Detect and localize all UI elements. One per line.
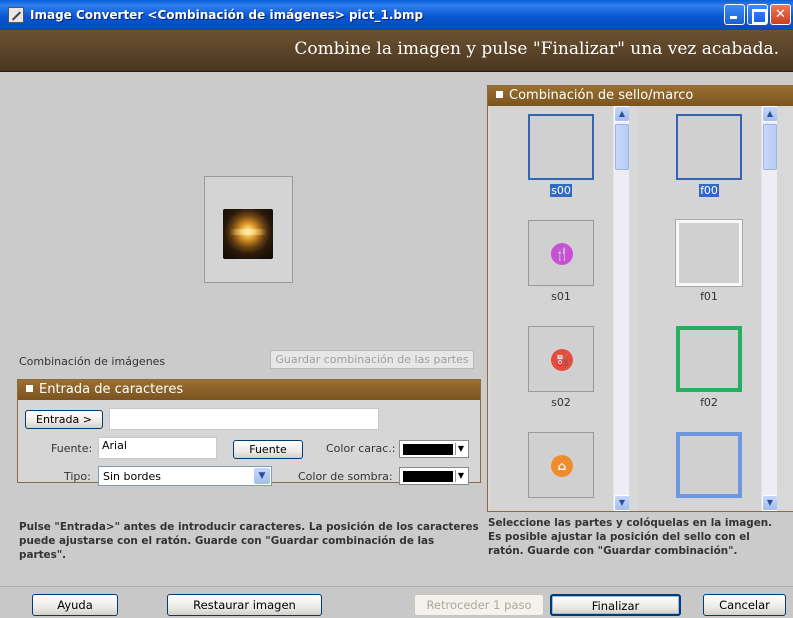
type-select-value: Sin bordes — [103, 470, 162, 483]
square-bullet-icon — [496, 91, 503, 98]
stamp-name: s01 — [551, 290, 571, 303]
title-bar: Image Converter <Combinación de imágenes… — [0, 0, 793, 30]
frame-thumbnail[interactable] — [676, 432, 742, 498]
stamp-frame-panel: Combinación de sello/marco s00 🍴 s01 ⛽ s… — [487, 85, 793, 512]
frame-thumbnail[interactable] — [676, 114, 742, 180]
main-area: Combinación de imágenes Guardar combinac… — [0, 72, 793, 618]
help-button[interactable]: Ayuda — [32, 594, 118, 616]
undo-button[interactable]: Retroceder 1 paso — [414, 594, 544, 616]
char-panel-title: Entrada de caracteres — [39, 382, 184, 397]
frame-thumbnail[interactable] — [675, 219, 743, 287]
type-label: Tipo: — [64, 470, 91, 483]
text-entry-input[interactable] — [109, 408, 379, 430]
stamp-thumbnail[interactable] — [528, 114, 594, 180]
stamp-list: s00 🍴 s01 ⛽ s02 ⌂ ▲ ▼ — [491, 106, 629, 511]
save-parts-button[interactable]: Guardar combinación de las partes — [270, 350, 474, 369]
stamp-thumbnail[interactable]: ⛽ — [528, 326, 594, 392]
frame-name: f00 — [699, 184, 719, 197]
finish-button[interactable]: Finalizar — [550, 594, 681, 616]
minimize-icon — [725, 5, 744, 24]
bottom-bar: Ayuda Restaurar imagen Retroceder 1 paso… — [0, 586, 793, 618]
type-select[interactable]: Sin bordes ▼ — [98, 466, 272, 486]
scroll-down-icon[interactable]: ▼ — [614, 495, 629, 511]
chevron-down-icon: ▼ — [455, 443, 466, 455]
cancel-button[interactable]: Cancelar — [703, 594, 786, 616]
char-panel-body: Entrada > Fuente: Arial Fuente Color car… — [18, 400, 480, 486]
stamp-thumbnail[interactable]: ⌂ — [528, 432, 594, 498]
char-panel-header: Entrada de caracteres — [18, 380, 480, 400]
header-banner: Combine la imagen y pulse "Finalizar" un… — [0, 30, 793, 72]
stamp-panel-title: Combinación de sello/marco — [509, 88, 694, 103]
frame-thumbnail[interactable] — [676, 326, 742, 392]
window-controls: ✕ — [724, 4, 791, 25]
stamp-name: s00 — [550, 184, 572, 197]
shadow-color-picker[interactable]: ▼ — [399, 467, 469, 485]
instruction-text: Combine la imagen y pulse "Finalizar" un… — [294, 39, 779, 59]
stamp-name: s02 — [551, 396, 571, 409]
chevron-down-icon: ▼ — [455, 470, 466, 482]
combination-label: Combinación de imágenes — [19, 355, 166, 368]
scroll-thumb[interactable] — [615, 124, 629, 170]
maximize-icon — [748, 5, 767, 24]
font-label: Fuente: — [51, 442, 93, 455]
char-help-text: Pulse "Entrada>" antes de introducir car… — [19, 521, 479, 561]
chevron-down-icon[interactable]: ▼ — [254, 468, 270, 484]
minimize-button[interactable] — [724, 4, 745, 25]
close-button[interactable]: ✕ — [770, 4, 791, 25]
shadow-color-label: Color de sombra: — [298, 470, 393, 483]
stamp-thumbnail[interactable]: 🍴 — [528, 220, 594, 286]
frame-name: f02 — [700, 396, 718, 409]
close-icon: ✕ — [775, 7, 786, 22]
stamp-scrollbar[interactable]: ▲ ▼ — [613, 106, 629, 511]
square-bullet-icon — [26, 385, 33, 392]
char-color-swatch — [403, 444, 453, 455]
maximize-button[interactable] — [747, 4, 768, 25]
stamp-panel-header: Combinación de sello/marco — [488, 86, 793, 106]
char-entry-panel: Entrada de caracteres Entrada > Fuente: … — [17, 379, 481, 486]
shadow-color-swatch — [403, 471, 453, 482]
frame-name: f01 — [700, 290, 718, 303]
font-field[interactable]: Arial — [98, 437, 217, 459]
preview-image[interactable] — [223, 209, 273, 259]
image-preview-frame[interactable] — [204, 176, 293, 283]
stamp-help-text: Seleccione las partes y colóquelas en la… — [488, 517, 773, 557]
cutlery-icon: 🍴 — [551, 243, 573, 265]
home-icon: ⌂ — [551, 455, 573, 477]
entrada-button[interactable]: Entrada > — [25, 410, 103, 429]
char-color-picker[interactable]: ▼ — [399, 440, 469, 458]
scroll-down-icon[interactable]: ▼ — [762, 495, 777, 511]
restore-image-button[interactable]: Restaurar imagen — [167, 594, 322, 616]
scroll-thumb[interactable] — [763, 124, 777, 170]
fuel-pump-icon: ⛽ — [551, 349, 573, 371]
font-button[interactable]: Fuente — [233, 440, 303, 459]
scroll-up-icon[interactable]: ▲ — [762, 106, 777, 122]
app-icon — [8, 7, 24, 23]
frame-list: f00 f01 f02 ▲ ▼ — [639, 106, 777, 511]
char-color-label: Color carac.: — [326, 442, 396, 455]
window-title: Image Converter <Combinación de imágenes… — [30, 8, 424, 22]
scroll-up-icon[interactable]: ▲ — [614, 106, 629, 122]
frame-scrollbar[interactable]: ▲ ▼ — [761, 106, 777, 511]
